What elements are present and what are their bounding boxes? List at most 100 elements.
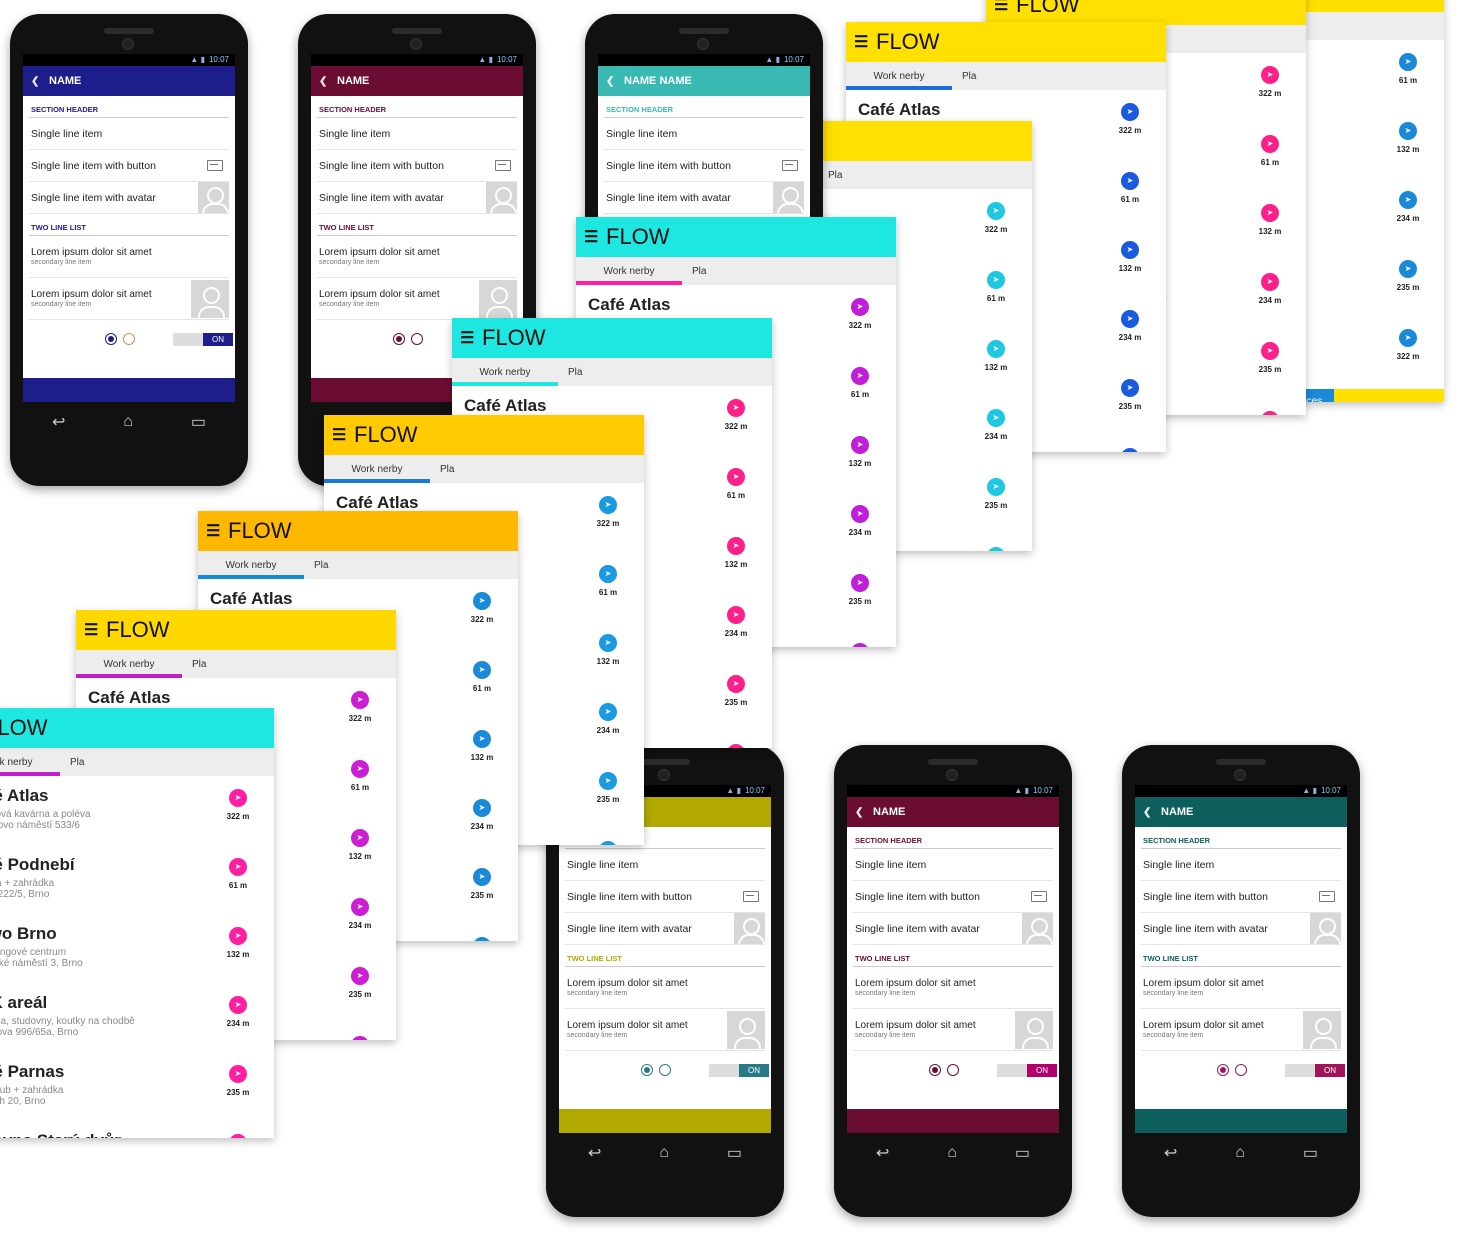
navigate-arrow-icon[interactable]: ➤ [599,772,617,790]
home-nav-icon[interactable]: ⌂ [1235,1144,1245,1162]
list-item[interactable]: Single line item [853,849,1053,881]
place-item[interactable]: Čajovna Starý dvůrčajovnaMendlovo náměst… [0,1121,274,1138]
navigate-arrow-icon[interactable]: ➤ [473,868,491,886]
navigate-arrow-icon[interactable]: ➤ [987,478,1005,496]
back-nav-icon[interactable]: ↩ [52,412,65,432]
navigate-arrow-icon[interactable]: ➤ [851,367,869,385]
navigate-arrow-icon[interactable]: ➤ [351,967,369,985]
list-item[interactable]: Single line item [29,118,229,150]
radio-unselected[interactable] [411,333,423,345]
navigate-arrow-icon[interactable]: ➤ [229,996,247,1014]
radio-unselected[interactable] [123,333,135,345]
list-item-with-avatar[interactable]: Single line item with avatar [317,182,517,214]
navigate-arrow-icon[interactable]: ➤ [229,1065,247,1083]
home-nav-icon[interactable]: ⌂ [659,1144,669,1162]
tab-places[interactable]: Pla [314,560,328,571]
menu-icon[interactable]: ☰ [584,227,606,247]
navigate-arrow-icon[interactable]: ➤ [1399,191,1417,209]
navigate-arrow-icon[interactable]: ➤ [1121,241,1139,259]
navigate-arrow-icon[interactable]: ➤ [851,436,869,454]
two-line-item[interactable]: Lorem ipsum dolor sit ametsecondary line… [317,236,517,278]
navigate-arrow-icon[interactable]: ➤ [473,592,491,610]
back-nav-icon[interactable]: ↩ [588,1143,601,1163]
navigate-arrow-icon[interactable]: ➤ [987,202,1005,220]
list-item-with-button[interactable]: Single line item with button [317,150,517,182]
recents-nav-icon[interactable]: ▭ [727,1143,742,1163]
navigate-arrow-icon[interactable]: ➤ [1399,122,1417,140]
tab-places[interactable]: Pla [568,367,582,378]
list-item-with-avatar[interactable]: Single line item with avatar [29,182,229,214]
menu-icon[interactable]: ☰ [994,0,1016,15]
two-line-item[interactable]: Lorem ipsum dolor sit ametsecondary line… [565,1009,765,1051]
two-line-item[interactable]: Lorem ipsum dolor sit ametsecondary line… [29,236,229,278]
place-item[interactable]: Café Atlasdesignová kavárna a polévaŽero… [0,776,274,845]
menu-icon[interactable]: ☰ [206,521,228,541]
back-arrow-icon[interactable]: ❮ [1143,807,1161,818]
list-item-with-avatar[interactable]: Single line item with avatar [604,182,804,214]
tab-work-nearby[interactable]: Work nerby [198,560,304,571]
radio-selected[interactable] [105,333,117,345]
two-line-item[interactable]: Lorem ipsum dolor sit ametsecondary line… [1141,1009,1341,1051]
message-icon[interactable] [1319,891,1335,902]
list-item[interactable]: Single line item [565,849,765,881]
place-item[interactable]: Café Podnebíkavárna + zahrádkaÚdolní 222… [0,845,274,914]
tab-work-nearby[interactable]: Work nerby [452,367,558,378]
message-icon[interactable] [1031,891,1047,902]
back-nav-icon[interactable]: ↩ [1164,1143,1177,1163]
navigate-arrow-icon[interactable]: ➤ [851,505,869,523]
two-line-item[interactable]: Lorem ipsum dolor sit ametsecondary line… [29,278,229,320]
list-item-with-button[interactable]: Single line item with button [604,150,804,182]
toggle-switch[interactable]: ON [1285,1064,1345,1077]
navigate-arrow-icon[interactable]: ➤ [1399,53,1417,71]
tab-work-nearby[interactable]: Work nerby [76,659,182,670]
message-icon[interactable] [743,891,759,902]
list-item[interactable]: Single line item [604,118,804,150]
menu-icon[interactable]: ☰ [84,620,106,640]
navigate-arrow-icon[interactable]: ➤ [987,340,1005,358]
tab-work-nearby[interactable]: Work nerby [0,757,60,768]
tab-places[interactable]: Pla [828,170,842,181]
list-item-with-button[interactable]: Single line item with button [1141,881,1341,913]
navigate-arrow-icon[interactable]: ➤ [727,606,745,624]
navigate-arrow-icon[interactable]: ➤ [1261,66,1279,84]
navigate-arrow-icon[interactable]: ➤ [599,634,617,652]
navigate-arrow-icon[interactable]: ➤ [351,760,369,778]
navigate-arrow-icon[interactable]: ➤ [987,271,1005,289]
back-arrow-icon[interactable]: ❮ [855,807,873,818]
message-icon[interactable] [782,160,798,171]
navigate-arrow-icon[interactable]: ➤ [599,496,617,514]
home-nav-icon[interactable]: ⌂ [123,413,133,431]
radio-unselected[interactable] [947,1064,959,1076]
recents-nav-icon[interactable]: ▭ [1303,1143,1318,1163]
navigate-arrow-icon[interactable]: ➤ [1261,135,1279,153]
navigate-arrow-icon[interactable]: ➤ [727,537,745,555]
navigate-arrow-icon[interactable]: ➤ [473,799,491,817]
home-nav-icon[interactable]: ⌂ [947,1144,957,1162]
list-item[interactable]: Single line item [1141,849,1341,881]
back-nav-icon[interactable]: ↩ [876,1143,889,1163]
place-item[interactable]: Café ParnasCaffé club + zahrádkaZelný tr… [0,1052,274,1121]
tab-places[interactable]: Pla [192,659,206,670]
navigate-arrow-icon[interactable]: ➤ [1399,329,1417,347]
navigate-arrow-icon[interactable]: ➤ [1261,342,1279,360]
place-item[interactable]: Cowo Brnocoworkingové centrumMoravské ná… [0,914,274,983]
list-item-with-button[interactable]: Single line item with button [565,881,765,913]
back-arrow-icon[interactable]: ❮ [319,76,337,87]
navigate-arrow-icon[interactable]: ➤ [1121,172,1139,190]
tab-places[interactable]: Pla [440,464,454,475]
message-icon[interactable] [207,160,223,171]
radio-selected[interactable] [393,333,405,345]
back-arrow-icon[interactable]: ❮ [31,76,49,87]
tab-places[interactable]: Pla [70,757,84,768]
tab-work-nearby[interactable]: Work nerby [324,464,430,475]
navigate-arrow-icon[interactable]: ➤ [987,409,1005,427]
back-arrow-icon[interactable]: ❮ [606,76,624,87]
navigate-arrow-icon[interactable]: ➤ [351,898,369,916]
two-line-item[interactable]: Lorem ipsum dolor sit ametsecondary line… [853,1009,1053,1051]
list-item[interactable]: Single line item [317,118,517,150]
tab-work-nearby[interactable]: Work nerby [846,71,952,82]
navigate-arrow-icon[interactable]: ➤ [229,789,247,807]
two-line-item[interactable]: Lorem ipsum dolor sit ametsecondary line… [565,967,765,1009]
navigate-arrow-icon[interactable]: ➤ [1261,273,1279,291]
navigate-arrow-icon[interactable]: ➤ [599,565,617,583]
